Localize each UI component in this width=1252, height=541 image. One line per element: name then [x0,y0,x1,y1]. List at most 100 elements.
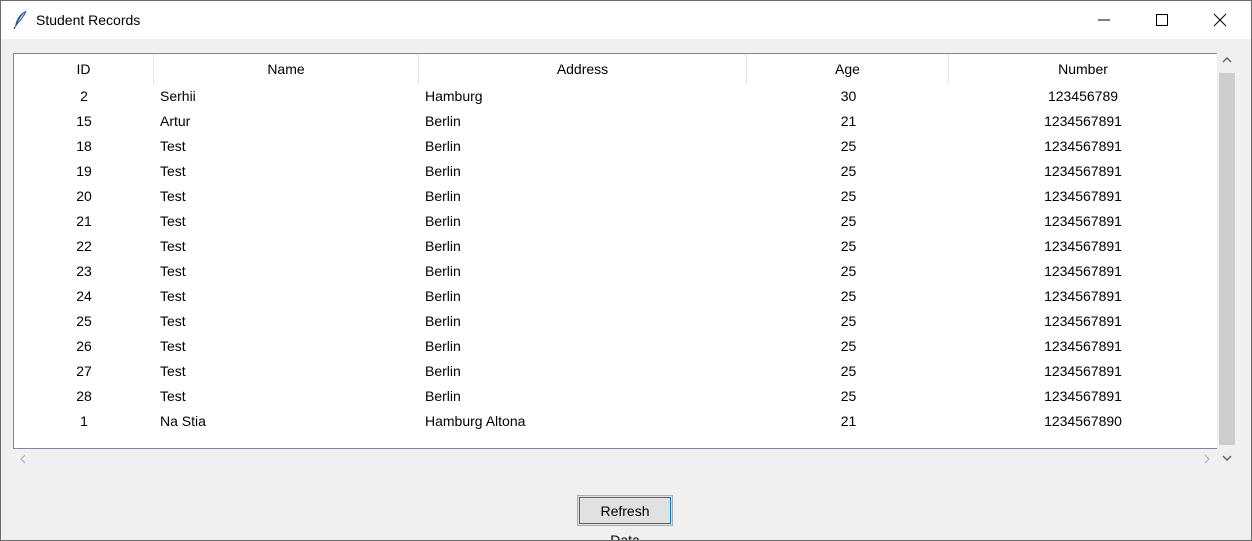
table-row[interactable]: 24 Test Berlin 25 1234567891 [14,284,1217,309]
table-row[interactable]: 19 Test Berlin 25 1234567891 [14,159,1217,184]
table-row[interactable]: 1 Na Stia Hamburg Altona 21 1234567890 [14,409,1217,434]
cell-address: Berlin [425,363,461,379]
cell-name: Test [160,238,186,254]
cell-name: Test [160,188,186,204]
cell-age: 25 [840,138,857,154]
cell-name: Test [160,288,186,304]
table-row[interactable]: 25 Test Berlin 25 1234567891 [14,309,1217,334]
cell-age: 25 [840,163,857,179]
cell-number: 1234567891 [1044,213,1122,229]
window-title: Student Records [36,12,141,28]
cell-name: Serhii [160,88,196,104]
cell-id: 27 [76,363,92,379]
cell-id: 2 [80,88,88,104]
cell-name: Test [160,138,186,154]
cell-number: 1234567891 [1044,113,1122,129]
table-row[interactable]: 26 Test Berlin 25 1234567891 [14,334,1217,359]
table-row[interactable]: 27 Test Berlin 25 1234567891 [14,359,1217,384]
cell-address: Berlin [425,188,461,204]
table-row[interactable]: 22 Test Berlin 25 1234567891 [14,234,1217,259]
minimize-icon [1098,19,1110,21]
cell-age: 21 [840,413,857,429]
close-icon [1213,13,1227,27]
student-table[interactable]: ID Name Address Age Number 2 Serhii Hambur… [13,53,1218,449]
cell-name: Test [160,338,186,354]
cell-age: 25 [840,263,857,279]
maximize-button[interactable] [1133,1,1191,39]
cell-age: 25 [840,313,857,329]
cell-number: 1234567891 [1044,288,1122,304]
cell-age: 25 [840,288,857,304]
table-row[interactable]: 15 Artur Berlin 21 1234567891 [14,109,1217,134]
table-row[interactable]: 20 Test Berlin 25 1234567891 [14,184,1217,209]
table-header: ID Name Address Age Number [14,54,1217,84]
cell-age: 30 [840,88,857,104]
cell-address: Berlin [425,288,461,304]
maximize-icon [1156,14,1168,26]
cell-number: 1234567891 [1044,338,1122,354]
cell-number: 1234567891 [1044,363,1122,379]
refresh-data-button[interactable]: Refresh Data [577,495,673,540]
cell-address: Berlin [425,388,461,404]
cell-address: Berlin [425,263,461,279]
cell-number: 1234567891 [1044,163,1122,179]
cell-age: 25 [840,388,857,404]
column-header-number[interactable]: Number [949,54,1217,84]
cell-number: 1234567891 [1044,313,1122,329]
column-header-age[interactable]: Age [747,54,949,84]
cell-age: 21 [840,113,857,129]
cell-name: Test [160,313,186,329]
cell-address: Berlin [425,213,461,229]
cell-name: Na Stia [160,413,206,429]
cell-age: 25 [840,213,857,229]
cell-address: Berlin [425,138,461,154]
cell-number: 1234567891 [1044,388,1122,404]
scroll-right-icon[interactable] [1203,454,1211,467]
cell-number: 1234567891 [1044,188,1122,204]
scroll-down-icon[interactable] [1222,454,1232,465]
minimize-button[interactable] [1075,1,1133,39]
cell-age: 25 [840,238,857,254]
close-button[interactable] [1191,1,1249,39]
column-header-id[interactable]: ID [14,54,154,84]
column-header-address[interactable]: Address [419,54,747,84]
cell-address: Berlin [425,163,461,179]
cell-name: Test [160,163,186,179]
scroll-left-icon[interactable] [19,454,27,467]
cell-id: 25 [76,313,92,329]
cell-address: Berlin [425,113,461,129]
table-row[interactable]: 21 Test Berlin 25 1234567891 [14,209,1217,234]
cell-name: Test [160,388,186,404]
cell-name: Test [160,213,186,229]
cell-age: 25 [840,338,857,354]
cell-number: 123456789 [1047,88,1119,104]
cell-name: Test [160,363,186,379]
table-row[interactable]: 28 Test Berlin 25 1234567891 [14,384,1217,409]
cell-address: Hamburg [425,88,483,104]
column-header-name[interactable]: Name [154,54,419,84]
cell-id: 1 [80,413,88,429]
cell-name: Test [160,263,186,279]
feather-icon [11,10,29,30]
scroll-up-icon[interactable] [1222,56,1232,67]
cell-id: 19 [76,163,92,179]
cell-address: Hamburg Altona [425,413,526,429]
table-row[interactable]: 23 Test Berlin 25 1234567891 [14,259,1217,284]
vertical-scrollbar[interactable] [1217,53,1237,469]
cell-id: 18 [76,138,92,154]
cell-number: 1234567891 [1044,263,1122,279]
title-bar[interactable]: Student Records [1,1,1251,39]
cell-address: Berlin [425,313,461,329]
cell-id: 22 [76,238,92,254]
table-row[interactable]: 18 Test Berlin 25 1234567891 [14,134,1217,159]
horizontal-scrollbar[interactable] [13,449,1216,469]
cell-age: 25 [840,188,857,204]
cell-name: Artur [160,113,191,129]
scroll-thumb[interactable] [1219,73,1235,445]
table-row[interactable]: 2 Serhii Hamburg 30 123456789 [14,84,1217,109]
cell-id: 23 [76,263,92,279]
cell-id: 24 [76,288,92,304]
cell-id: 26 [76,338,92,354]
cell-id: 20 [76,188,92,204]
cell-id: 28 [76,388,92,404]
